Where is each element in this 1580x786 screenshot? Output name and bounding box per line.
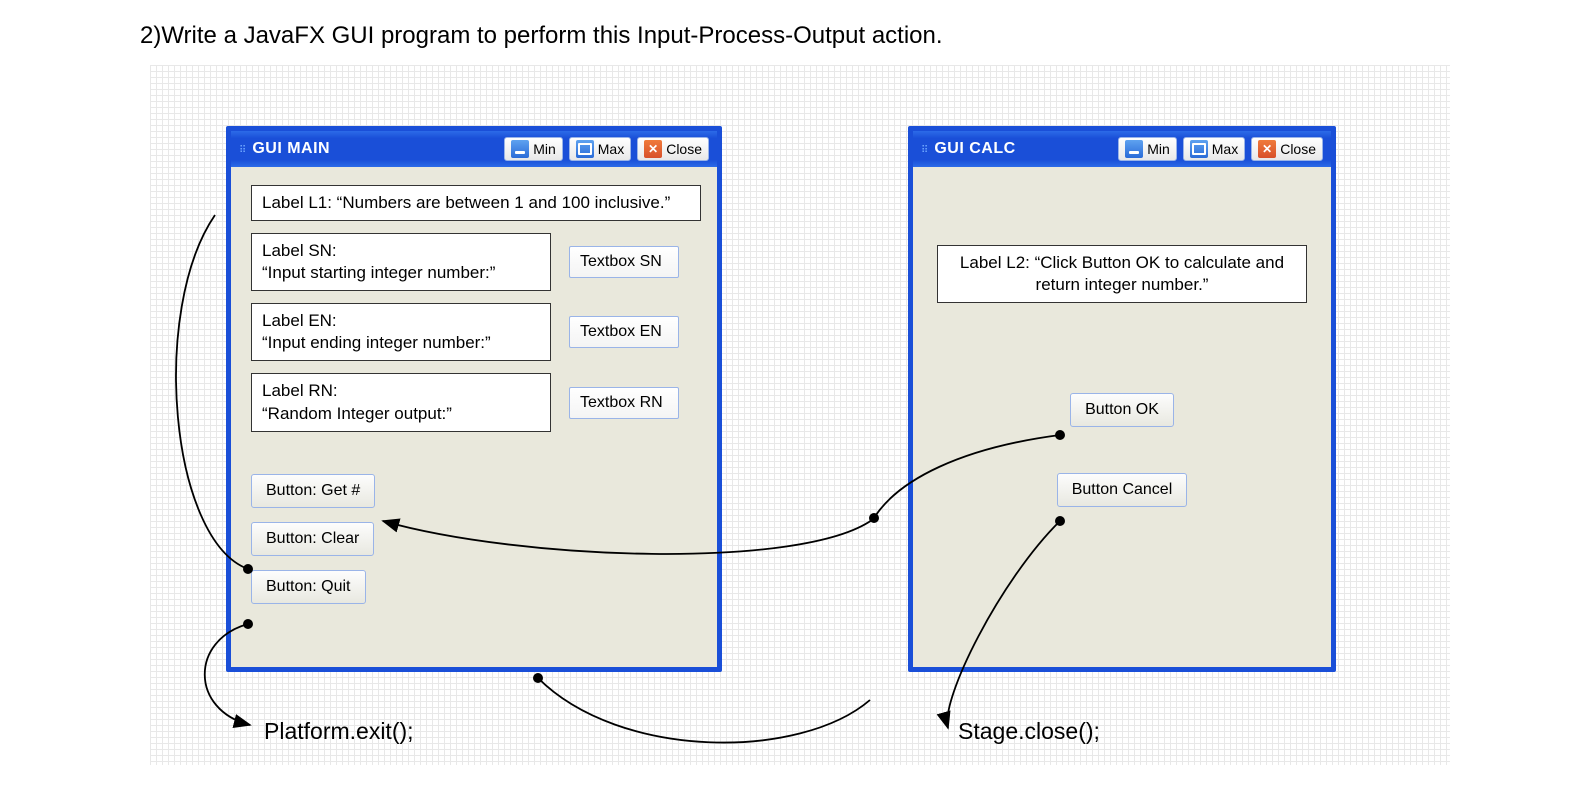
window-title-calc: GUI CALC <box>934 140 1112 158</box>
button-cancel[interactable]: Button Cancel <box>1057 473 1188 507</box>
label-rn: Label RN: “Random Integer output:” <box>251 373 551 431</box>
window-body-calc: Label L2: “Click Button OK to calculate … <box>913 167 1331 667</box>
button-quit[interactable]: Button: Quit <box>251 570 366 604</box>
maximize-button[interactable]: Max <box>1183 137 1245 161</box>
close-button[interactable]: Close <box>637 137 709 161</box>
label-en-line1: Label EN: <box>262 311 337 330</box>
question-heading: 2)Write a JavaFX GUI program to perform … <box>140 22 943 50</box>
label-rn-line1: Label RN: <box>262 381 338 400</box>
minimize-label: Min <box>533 141 556 157</box>
window-gui-main: ⠿ GUI MAIN Min Max Close Label L1: “Numb… <box>226 126 722 672</box>
maximize-icon <box>576 140 594 158</box>
button-ok[interactable]: Button OK <box>1070 393 1174 427</box>
minimize-button[interactable]: Min <box>1118 137 1177 161</box>
close-label: Close <box>666 141 702 157</box>
close-icon <box>1258 140 1276 158</box>
window-title-main: GUI MAIN <box>252 140 498 158</box>
minimize-button[interactable]: Min <box>504 137 563 161</box>
textbox-rn[interactable]: Textbox RN <box>569 387 679 419</box>
button-get[interactable]: Button: Get # <box>251 474 375 508</box>
grip-icon: ⠿ <box>921 145 928 156</box>
maximize-label: Max <box>1212 141 1238 157</box>
label-en-line2: “Input ending integer number:” <box>262 333 491 352</box>
close-button[interactable]: Close <box>1251 137 1323 161</box>
label-sn-line1: Label SN: <box>262 241 337 260</box>
button-clear[interactable]: Button: Clear <box>251 522 374 556</box>
label-en: Label EN: “Input ending integer number:” <box>251 303 551 361</box>
maximize-label: Max <box>598 141 624 157</box>
label-rn-line2: “Random Integer output:” <box>262 404 452 423</box>
maximize-icon <box>1190 140 1208 158</box>
textbox-sn[interactable]: Textbox SN <box>569 246 679 278</box>
label-l2: Label L2: “Click Button OK to calculate … <box>937 245 1307 303</box>
minimize-icon <box>511 140 529 158</box>
window-gui-calc: ⠿ GUI CALC Min Max Close Label L2: “Clic… <box>908 126 1336 672</box>
label-sn: Label SN: “Input starting integer number… <box>251 233 551 291</box>
minimize-label: Min <box>1147 141 1170 157</box>
label-sn-line2: “Input starting integer number:” <box>262 263 495 282</box>
minimize-icon <box>1125 140 1143 158</box>
window-body-main: Label L1: “Numbers are between 1 and 100… <box>231 167 717 667</box>
close-icon <box>644 140 662 158</box>
label-l1: Label L1: “Numbers are between 1 and 100… <box>251 185 701 221</box>
annotation-platform-exit: Platform.exit(); <box>264 718 414 745</box>
close-label: Close <box>1280 141 1316 157</box>
textbox-en[interactable]: Textbox EN <box>569 316 679 348</box>
titlebar-calc[interactable]: ⠿ GUI CALC Min Max Close <box>913 131 1331 167</box>
titlebar-main[interactable]: ⠿ GUI MAIN Min Max Close <box>231 131 717 167</box>
maximize-button[interactable]: Max <box>569 137 631 161</box>
grip-icon: ⠿ <box>239 145 246 156</box>
annotation-stage-close: Stage.close(); <box>958 718 1100 745</box>
